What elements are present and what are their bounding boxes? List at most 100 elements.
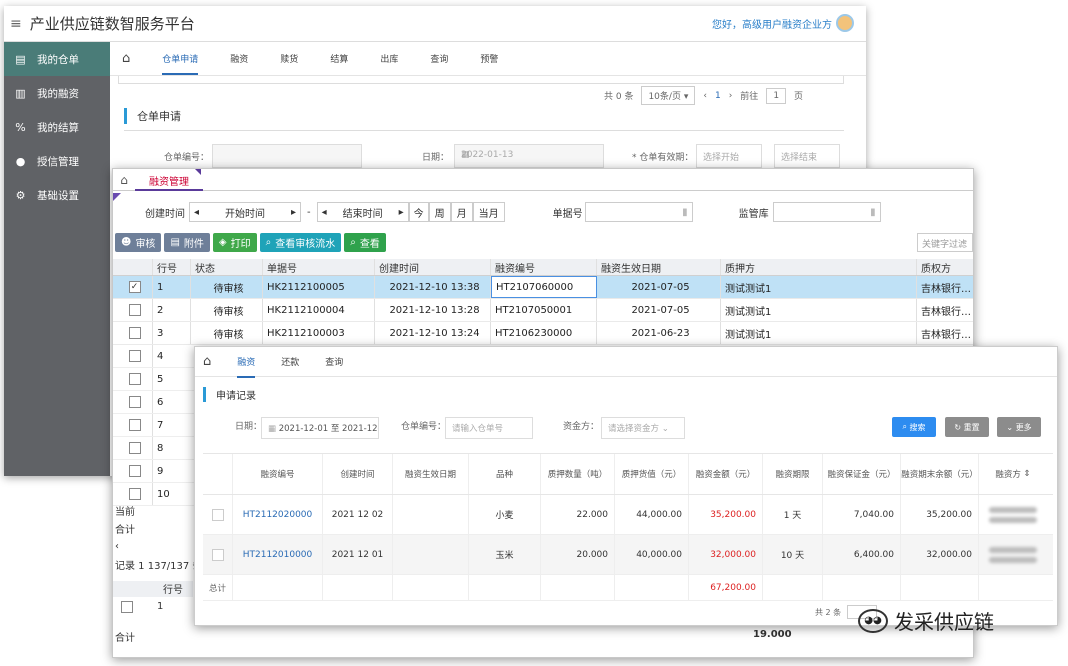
checkbox-icon	[128, 327, 141, 339]
table-row[interactable]: ✓ 1 待审核 HK2112100005 2021-12-10 13:38 HT…	[113, 276, 973, 299]
tab-alert[interactable]: 预警	[480, 52, 498, 65]
more-button[interactable]: ⌄ 更多	[997, 417, 1041, 437]
row-checkbox[interactable]	[113, 345, 153, 367]
lightbulb-icon: ●	[15, 154, 26, 168]
receipt-no-input[interactable]: 请输入仓单号	[445, 417, 533, 439]
row-checkbox[interactable]	[113, 299, 153, 321]
row-fin-no[interactable]: HT2112010000	[233, 535, 323, 574]
home-icon[interactable]: ⌂	[122, 51, 130, 66]
row-checkbox[interactable]	[113, 460, 153, 482]
row-checkbox[interactable]	[113, 483, 153, 505]
prev-page-icon[interactable]: ‹	[115, 541, 119, 552]
row-fin-no[interactable]: HT2112020000	[233, 495, 323, 534]
bill-no-input[interactable]: ▮	[584, 202, 693, 222]
row-status: 待审核	[191, 276, 263, 298]
date-range-value: 2021-12-01 至 2021-12-20	[278, 424, 378, 434]
month-button[interactable]: 月	[450, 202, 473, 222]
row-checkbox[interactable]	[203, 535, 233, 574]
sidebar-item-warehouse-receipt[interactable]: ▤ 我的仓单	[4, 42, 110, 76]
lower-row-checkbox[interactable]	[121, 601, 133, 616]
summary-cell	[233, 575, 323, 600]
keyword-filter-input[interactable]: 关键字过滤	[917, 233, 973, 252]
tab-receipt-apply[interactable]: 仓单申请	[162, 52, 199, 75]
row-checkbox[interactable]: ✓	[113, 276, 153, 298]
fund-select[interactable]: 请选择资金方 ⌄	[601, 417, 685, 439]
sidebar-item-credit[interactable]: ● 授信管理	[4, 144, 110, 178]
table-row[interactable]: 3 待审核 HK2112100003 2021-12-10 13:24 HT21…	[113, 322, 973, 345]
today-button[interactable]: 今	[408, 202, 429, 222]
print-button[interactable]: ◈ 打印	[212, 233, 257, 252]
chevron-down-icon: ⌄	[661, 424, 669, 434]
menu-icon[interactable]: ≡	[10, 16, 22, 32]
date-input[interactable]: ▦ 2022-01-13	[454, 144, 604, 168]
tab-financing-management[interactable]: 融资管理	[135, 169, 203, 191]
row-checkbox[interactable]	[113, 368, 153, 390]
validity-start-input[interactable]: 选择开始	[696, 144, 762, 168]
current-month-button[interactable]: 当月	[472, 202, 505, 222]
sidebar-item-settings[interactable]: ⚙ 基础设置	[4, 178, 110, 212]
row-checkbox[interactable]	[113, 437, 153, 459]
col-header: 融资期限	[763, 454, 823, 494]
row-created: 2021-12-10 13:24	[375, 322, 491, 344]
tab-query[interactable]: 查询	[430, 52, 448, 65]
pager-total: 共 0 条	[604, 92, 634, 102]
avatar[interactable]	[836, 14, 854, 32]
goto-label: 前往	[740, 92, 759, 102]
search-button[interactable]: ⌕ 搜索	[892, 417, 936, 437]
tab-redeem[interactable]: 赎货	[280, 52, 298, 65]
attachment-button[interactable]: ▤ 附件	[164, 233, 210, 252]
home-icon[interactable]: ⌂	[113, 173, 135, 187]
row-checkbox[interactable]	[113, 322, 153, 344]
row-checkbox[interactable]	[113, 414, 153, 436]
tab-query[interactable]: 查询	[325, 355, 343, 368]
view-button[interactable]: ⌕ 查看	[344, 233, 386, 252]
checkbox-icon	[128, 350, 141, 362]
tab-outbound[interactable]: 出库	[380, 52, 398, 65]
calendar-icon: ▦	[268, 424, 279, 434]
sidebar-item-settlement[interactable]: % 我的结算	[4, 110, 110, 144]
tab-financing[interactable]: 融资	[237, 355, 256, 378]
next-page-icon[interactable]: ›	[729, 91, 733, 101]
reset-button[interactable]: ↻ 重置	[945, 417, 989, 437]
document-icon: ▤	[15, 52, 26, 66]
end-time-input[interactable]: ◂ 结束时间 ▸	[316, 202, 409, 222]
date-range-input[interactable]: ▦ 2021-12-01 至 2021-12-20	[261, 417, 379, 439]
week-button[interactable]: 周	[428, 202, 451, 222]
tab-settle[interactable]: 结算	[330, 52, 348, 65]
page-number[interactable]: 1	[715, 91, 721, 101]
col-header: 状态	[191, 259, 263, 275]
tab-financing[interactable]: 融资	[230, 52, 248, 65]
user-area[interactable]: 您好，高级用户融资企业方	[712, 14, 854, 32]
goto-input[interactable]: 1	[766, 87, 787, 104]
table-row[interactable]: HT2112020000 2021 12 02 小麦 22.000 44,000…	[203, 495, 1053, 535]
row-kind: 玉米	[469, 535, 541, 574]
warehouse-input[interactable]: ▮	[772, 202, 881, 222]
prev-page-icon[interactable]: ‹	[703, 91, 707, 101]
row-number: 1	[153, 276, 191, 298]
receipt-no-input[interactable]	[212, 144, 362, 168]
table-row[interactable]: 2 待审核 HK2112100004 2021-12-10 13:28 HT21…	[113, 299, 973, 322]
table-row[interactable]: HT2112010000 2021 12 01 玉米 20.000 40,000…	[203, 535, 1053, 575]
more-label: 更多	[1015, 422, 1032, 432]
row-fin-no[interactable]: HT2107060000	[491, 276, 597, 298]
row-deposit: 6,400.00	[823, 535, 901, 574]
audit-flow-button[interactable]: ⌕ 查看审核流水	[259, 233, 342, 252]
col-header[interactable]: 融资方 ⇕	[979, 454, 1047, 494]
row-pledgor: 测试测试1	[721, 276, 917, 298]
page-size-value: 10条/页	[648, 92, 681, 102]
end-time-ph: 结束时间	[342, 208, 383, 220]
flow-label: 查看审核流水	[275, 239, 336, 250]
start-time-input[interactable]: ◂ 开始时间 ▸	[189, 202, 301, 222]
col-header: 单据号	[263, 259, 375, 275]
home-icon[interactable]: ⌂	[203, 354, 211, 369]
page-size-select[interactable]: 10条/页 ▾	[641, 86, 696, 105]
sidebar-item-financing[interactable]: ▥ 我的融资	[4, 76, 110, 110]
attach-label: 附件	[183, 239, 204, 250]
tab-repayment[interactable]: 还款	[281, 355, 299, 368]
audit-button[interactable]: ☻ 审核	[115, 233, 162, 252]
row-checkbox[interactable]	[203, 495, 233, 534]
row-checkbox[interactable]	[113, 391, 153, 413]
row-pledgor: 测试测试1	[721, 299, 917, 321]
col-header-label: 融资方	[995, 470, 1021, 480]
validity-end-input[interactable]: 选择结束	[774, 144, 840, 168]
